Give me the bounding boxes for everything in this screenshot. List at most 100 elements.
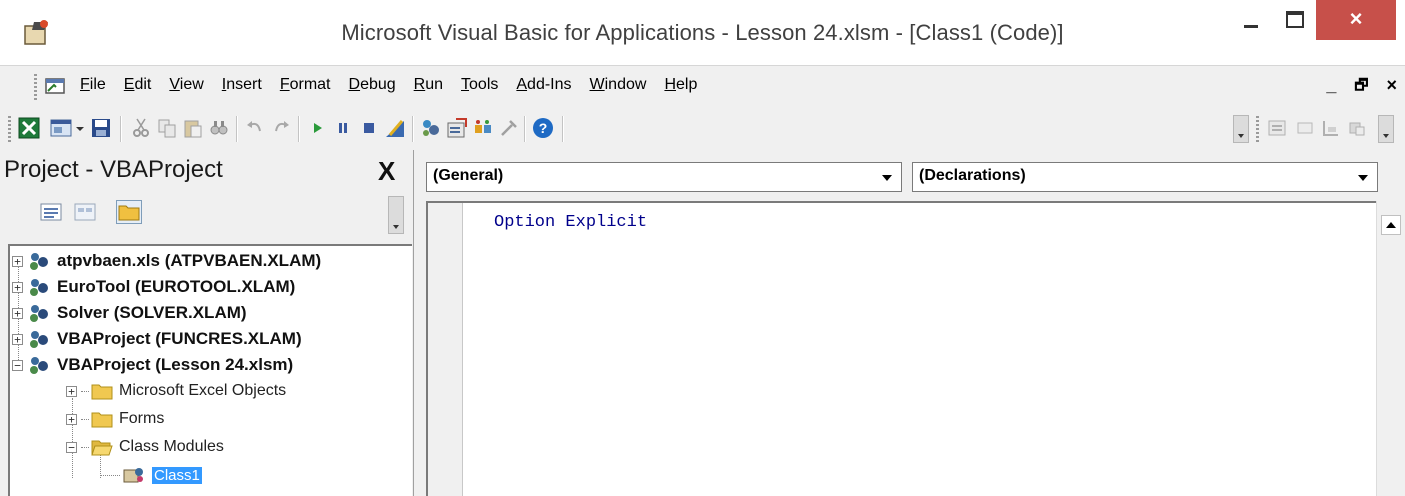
window-title: Microsoft Visual Basic for Applications … (341, 20, 1064, 45)
properties-window-icon[interactable] (446, 117, 468, 139)
reset-icon[interactable] (358, 117, 380, 139)
menu-file[interactable]: File (80, 76, 106, 100)
expand-icon[interactable]: + (12, 255, 23, 267)
tree-dots (100, 474, 120, 476)
procedure-combo[interactable]: (Declarations) (912, 162, 1378, 192)
folder-icon (91, 412, 113, 428)
copy-icon[interactable] (156, 117, 178, 139)
expand-icon[interactable]: + (12, 281, 23, 293)
code-editor[interactable]: Option Explicit (426, 201, 1378, 496)
minimize-button[interactable] (1231, 0, 1271, 40)
help-icon[interactable]: ? (532, 117, 554, 139)
project-toolbar-overflow-button[interactable] (388, 196, 404, 234)
toolbox-icon[interactable] (498, 117, 520, 139)
vbaproject-icon (30, 279, 48, 296)
folder-icon (118, 205, 140, 221)
expand-icon[interactable]: + (12, 307, 23, 319)
toolbar-separator (120, 116, 122, 142)
object-combo[interactable]: (General) (426, 162, 902, 192)
close-icon: × (1349, 6, 1363, 31)
tree-item-label: atpvbaen.xls (ATPVBAEN.XLAM) (57, 251, 322, 270)
tree-item-project[interactable]: − VBAProject (Lesson 24.xlsm) (12, 352, 293, 378)
run-icon[interactable] (306, 117, 328, 139)
menu-window[interactable]: Window (590, 76, 647, 100)
project-tree: + atpvbaen.xls (ATPVBAEN.XLAM) + EuroToo… (8, 244, 412, 496)
parameter-info-icon[interactable] (1346, 117, 1368, 139)
toggle-folders-button[interactable] (116, 200, 142, 224)
chevron-down-icon[interactable] (877, 167, 897, 187)
save-icon[interactable] (90, 117, 112, 139)
toolbar-separator (524, 116, 526, 142)
redo-icon[interactable] (270, 117, 292, 139)
tree-item-folder[interactable]: − Class Modules (66, 434, 224, 460)
menu-run[interactable]: Run (414, 76, 443, 100)
object-browser-icon[interactable] (472, 117, 494, 139)
view-code-icon[interactable] (38, 200, 64, 224)
code-line[interactable]: Option Explicit (494, 213, 647, 232)
procedure-combo-value: (Declarations) (919, 167, 1026, 184)
menu-tools[interactable]: Tools (461, 76, 498, 100)
toolbar-overflow-button[interactable] (1233, 115, 1249, 143)
excel-window-icon[interactable] (44, 75, 68, 97)
toolbar-grip[interactable] (8, 116, 11, 142)
title-bar: Microsoft Visual Basic for Applications … (0, 0, 1405, 66)
toolbar-separator (562, 116, 564, 142)
menu-help[interactable]: Help (664, 76, 697, 100)
toolbar-separator (412, 116, 414, 142)
folder-icon (91, 384, 113, 400)
standard-toolbar: ? (0, 108, 1405, 150)
chevron-down-icon[interactable] (1353, 167, 1373, 187)
design-mode-icon[interactable] (384, 117, 406, 139)
edit-toolbar-grip[interactable] (1256, 116, 1259, 142)
expand-icon[interactable]: + (66, 413, 77, 425)
menu-view[interactable]: View (169, 76, 203, 100)
tree-item-folder[interactable]: + Forms (66, 406, 164, 432)
tree-item-project[interactable]: + VBAProject (FUNCRES.XLAM) (12, 326, 302, 352)
margin-indicator-bar[interactable] (428, 203, 463, 496)
tree-item-project[interactable]: + atpvbaen.xls (ATPVBAEN.XLAM) (12, 248, 321, 274)
list-constants-icon[interactable] (1294, 117, 1316, 139)
tree-item-folder[interactable]: + Microsoft Excel Objects (66, 378, 286, 404)
view-excel-icon[interactable] (18, 117, 40, 139)
mdi-restore-icon[interactable]: 🗗 (1354, 75, 1368, 100)
expand-icon[interactable]: + (66, 385, 77, 397)
scroll-up-icon[interactable] (1381, 215, 1401, 235)
quick-info-icon[interactable] (1320, 117, 1342, 139)
dropdown-arrow-icon[interactable] (74, 117, 86, 139)
object-combo-value: (General) (433, 167, 504, 184)
tree-item-project[interactable]: + EuroTool (EUROTOOL.XLAM) (12, 274, 295, 300)
insert-userform-icon[interactable] (50, 117, 72, 139)
menu-format[interactable]: Format (280, 76, 331, 100)
menu-addins[interactable]: Add-Ins (516, 76, 571, 100)
tree-item-project[interactable]: + Solver (SOLVER.XLAM) (12, 300, 247, 326)
mdi-controls: _ 🗗 × (1326, 75, 1397, 100)
break-icon[interactable] (332, 117, 354, 139)
menubar-grip[interactable] (34, 74, 37, 100)
close-button[interactable]: × (1316, 0, 1396, 40)
expand-icon[interactable]: + (12, 333, 23, 345)
collapse-icon[interactable]: − (12, 359, 23, 371)
tree-item-label-selected: Class1 (152, 466, 202, 484)
cut-icon[interactable] (130, 117, 152, 139)
collapse-icon[interactable]: − (66, 441, 77, 453)
vertical-scrollbar[interactable] (1376, 201, 1405, 496)
undo-icon[interactable] (244, 117, 266, 139)
toolbar-separator (236, 116, 238, 142)
mdi-close-icon[interactable]: × (1386, 75, 1397, 100)
maximize-button[interactable] (1275, 0, 1315, 40)
project-explorer-icon[interactable] (420, 117, 442, 139)
edit-toolbar-overflow-button[interactable] (1378, 115, 1394, 143)
tree-item-class-module[interactable]: Class1 (100, 462, 202, 488)
menu-insert[interactable]: Insert (222, 76, 262, 100)
tree-item-label: EuroTool (EUROTOOL.XLAM) (57, 277, 296, 296)
find-icon[interactable] (208, 117, 230, 139)
paste-icon[interactable] (182, 117, 204, 139)
list-properties-icon[interactable] (1266, 117, 1288, 139)
project-explorer-close-icon[interactable]: X (378, 156, 395, 187)
mdi-minimize-icon[interactable]: _ (1326, 75, 1336, 100)
menu-debug[interactable]: Debug (349, 76, 396, 100)
vbaproject-icon (30, 305, 48, 322)
menu-edit[interactable]: Edit (124, 76, 152, 100)
svg-text:?: ? (539, 120, 548, 136)
view-object-icon[interactable] (72, 200, 98, 224)
